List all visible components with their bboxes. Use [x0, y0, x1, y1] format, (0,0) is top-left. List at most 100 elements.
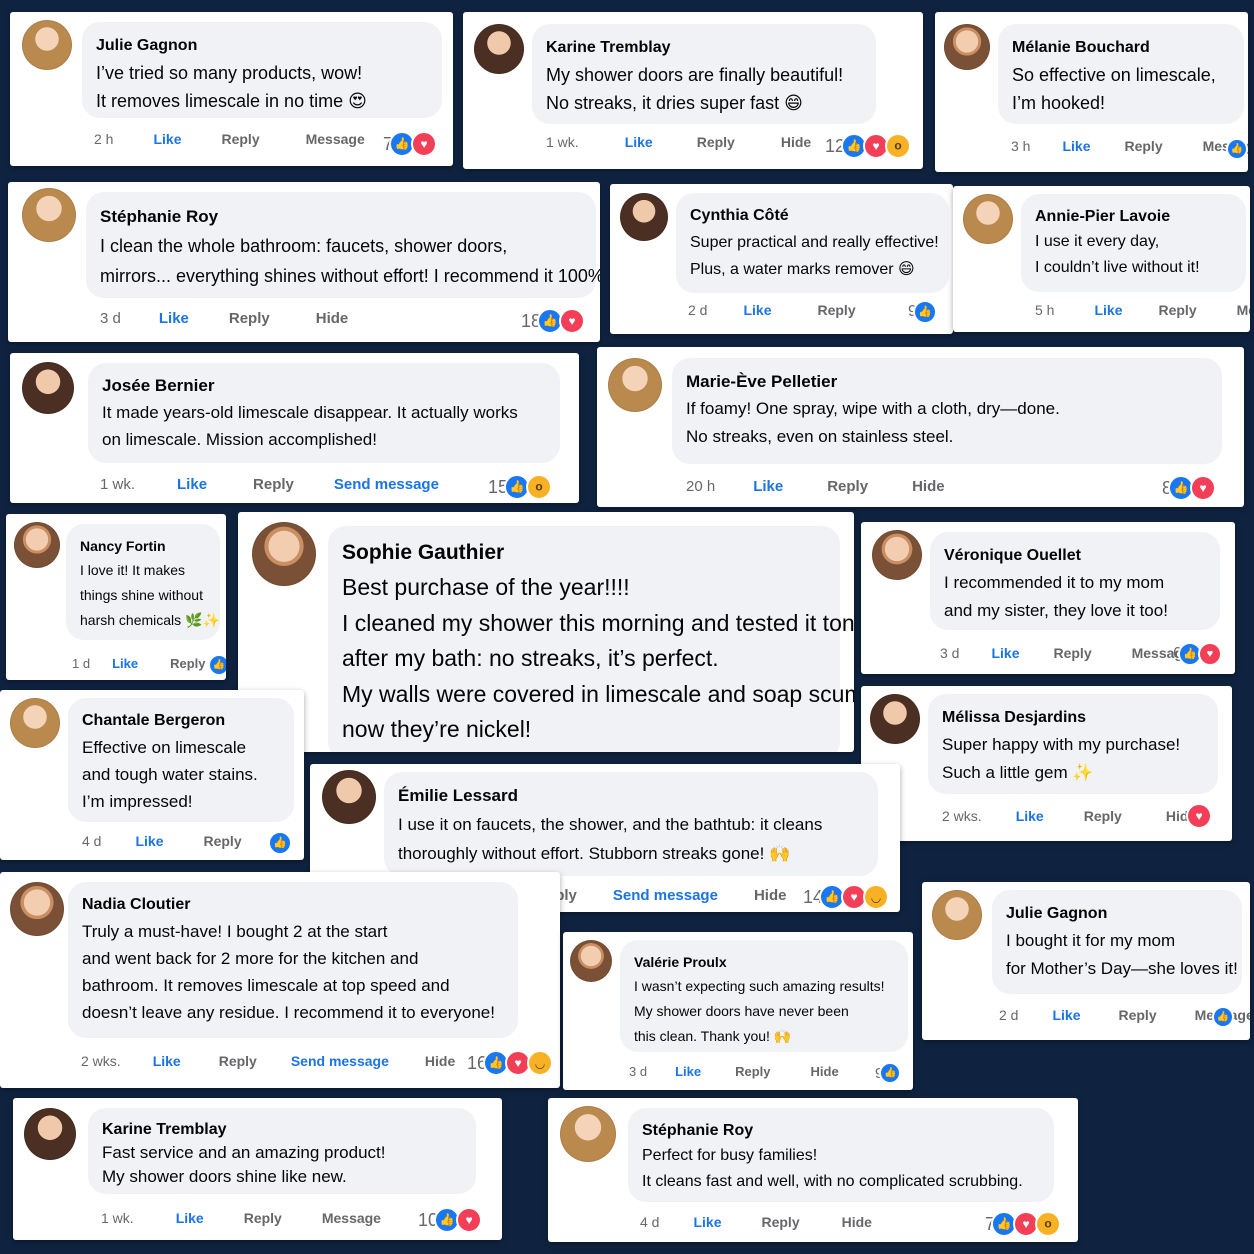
reaction-summary[interactable]: 18 — [521, 308, 586, 334]
reply-button[interactable]: Reply — [170, 656, 205, 671]
commenter-name[interactable]: Mélissa Desjardins — [942, 704, 1204, 731]
reaction-summary[interactable] — [1186, 803, 1212, 829]
reaction-summary[interactable]: 14 — [803, 884, 890, 910]
reply-button[interactable]: Reply — [219, 1053, 257, 1069]
commenter-name[interactable]: Cynthia Côté — [690, 203, 935, 229]
reply-button[interactable]: Reply — [817, 302, 855, 318]
commenter-name[interactable]: Annie-Pier Lavoie — [1035, 204, 1232, 229]
reaction-summary[interactable] — [208, 654, 226, 676]
like-button[interactable]: Like — [1052, 1007, 1080, 1023]
reaction-summary[interactable]: 15 — [488, 474, 553, 500]
commenter-name[interactable]: Stéphanie Roy — [642, 1118, 1040, 1143]
commenter-name[interactable]: Karine Tremblay — [546, 34, 862, 61]
reaction-summary[interactable] — [268, 831, 292, 855]
like-button[interactable]: Like — [177, 476, 207, 493]
reply-button[interactable]: Reply — [1084, 808, 1122, 824]
commenter-name[interactable]: Josée Bernier — [102, 373, 546, 399]
avatar[interactable] — [944, 24, 990, 70]
avatar[interactable] — [322, 770, 376, 824]
like-button[interactable]: Like — [153, 131, 181, 147]
avatar[interactable] — [22, 188, 76, 242]
commenter-name[interactable]: Chantale Bergeron — [82, 708, 280, 734]
avatar[interactable] — [10, 698, 60, 748]
reply-button[interactable]: Reply — [244, 1210, 282, 1226]
reply-button[interactable]: Reply — [1124, 138, 1162, 154]
reaction-summary[interactable]: 9 — [908, 300, 937, 324]
commenter-name[interactable]: Émilie Lessard — [398, 782, 864, 810]
avatar[interactable] — [570, 940, 612, 982]
reaction-summary[interactable]: 8 — [1162, 475, 1217, 501]
reaction-summary[interactable] — [1212, 1006, 1234, 1028]
like-button[interactable]: Like — [743, 302, 771, 318]
reaction-summary[interactable]: 9 — [875, 1062, 902, 1084]
message-button[interactable]: Message — [306, 131, 365, 147]
reply-button[interactable]: Reply — [1053, 645, 1091, 661]
reply-button[interactable]: Reply — [253, 476, 294, 493]
hide-button[interactable]: Hide — [781, 134, 811, 150]
commenter-name[interactable]: Valérie Proulx — [634, 950, 894, 974]
commenter-name[interactable]: Véronique Ouellet — [944, 542, 1206, 569]
commenter-name[interactable]: Nadia Cloutier — [82, 892, 504, 918]
avatar[interactable] — [870, 694, 920, 744]
reply-button[interactable]: Reply — [827, 478, 868, 495]
reply-button[interactable]: Reply — [229, 310, 270, 327]
like-button[interactable]: Like — [693, 1214, 721, 1230]
hide-button[interactable]: Hide — [316, 310, 349, 327]
avatar[interactable] — [932, 890, 982, 940]
hide-button[interactable]: Hide — [912, 478, 945, 495]
like-button[interactable]: Like — [753, 478, 783, 495]
avatar[interactable] — [22, 20, 72, 70]
reaction-summary[interactable]: 7 — [383, 131, 438, 157]
reply-button[interactable]: Reply — [697, 134, 735, 150]
commenter-name[interactable]: Julie Gagnon — [96, 32, 428, 59]
like-button[interactable]: Like — [1094, 302, 1122, 318]
commenter-name[interactable]: Nancy Fortin — [80, 534, 206, 558]
avatar[interactable] — [620, 193, 668, 241]
send-message-button[interactable]: Send message — [291, 1053, 389, 1069]
like-button[interactable]: Like — [153, 1053, 181, 1069]
commenter-name[interactable]: Marie-Ève Pelletier — [686, 368, 1208, 395]
like-button[interactable]: Like — [1062, 138, 1090, 154]
like-button[interactable]: Like — [675, 1064, 701, 1079]
commenter-name[interactable]: Julie Gagnon — [1006, 900, 1228, 927]
reaction-summary[interactable]: 16 — [467, 1050, 554, 1076]
avatar[interactable] — [10, 882, 64, 936]
commenter-name[interactable]: Mélanie Bouchard — [1012, 34, 1230, 61]
reply-button[interactable]: Reply — [221, 131, 259, 147]
reaction-summary[interactable]: 10 — [418, 1207, 483, 1233]
hide-button[interactable]: Hide — [811, 1064, 839, 1079]
like-button[interactable]: Like — [991, 645, 1019, 661]
hide-button[interactable]: Hide — [754, 887, 787, 904]
avatar[interactable] — [24, 1108, 76, 1160]
commenter-name[interactable]: Sophie Gauthier — [342, 536, 826, 570]
message-button[interactable]: Message — [322, 1210, 381, 1226]
reply-button[interactable]: Reply — [1118, 1007, 1156, 1023]
reply-button[interactable]: Reply — [1158, 302, 1196, 318]
reply-button[interactable]: Reply — [203, 833, 241, 849]
message-button[interactable]: Message — [1237, 302, 1250, 318]
avatar[interactable] — [14, 522, 60, 568]
avatar[interactable] — [474, 24, 524, 74]
reply-button[interactable]: Reply — [735, 1064, 770, 1079]
avatar[interactable] — [608, 358, 662, 412]
reaction-summary[interactable]: 7 — [985, 1211, 1062, 1237]
send-message-button[interactable]: Send message — [613, 887, 718, 904]
commenter-name[interactable]: Stéphanie Roy — [100, 202, 582, 231]
avatar[interactable] — [560, 1106, 616, 1162]
like-button[interactable]: Like — [176, 1210, 204, 1226]
like-button[interactable]: Like — [112, 656, 138, 671]
like-button[interactable]: Like — [135, 833, 163, 849]
avatar[interactable] — [963, 194, 1013, 244]
reaction-summary[interactable]: 12 — [825, 133, 912, 159]
like-button[interactable]: Like — [159, 310, 189, 327]
hide-button[interactable]: Hide — [842, 1214, 872, 1230]
reaction-summary[interactable]: 6 — [1173, 642, 1222, 666]
hide-button[interactable]: Hide — [425, 1053, 455, 1069]
reply-button[interactable]: Reply — [761, 1214, 799, 1230]
like-button[interactable]: Like — [1016, 808, 1044, 824]
avatar[interactable] — [872, 530, 922, 580]
avatar[interactable] — [22, 362, 74, 414]
reaction-summary[interactable] — [1226, 138, 1248, 160]
avatar[interactable] — [252, 522, 316, 586]
commenter-name[interactable]: Karine Tremblay — [102, 1118, 462, 1141]
